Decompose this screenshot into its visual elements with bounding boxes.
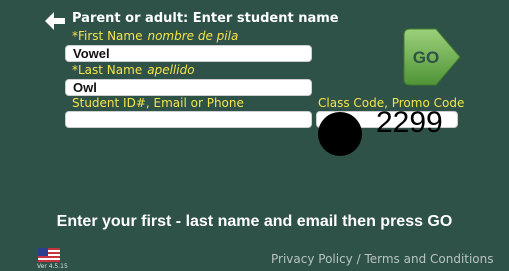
first-name-label-es: nombre de pila	[147, 29, 239, 43]
overlay-dot	[318, 112, 362, 156]
student-id-input[interactable]	[65, 111, 312, 128]
student-id-label: Student ID#, Email or Phone	[72, 96, 244, 110]
first-name-input[interactable]	[65, 45, 312, 62]
page-title: Parent or adult: Enter student name	[72, 11, 339, 26]
class-code-overlay-text: 2299	[376, 106, 443, 139]
go-button-label: GO	[413, 48, 439, 67]
go-button[interactable]: GO	[402, 27, 462, 87]
back-arrow-icon[interactable]	[44, 11, 66, 31]
last-name-label-es: apellido	[147, 63, 195, 77]
us-flag-icon[interactable]	[38, 248, 60, 262]
last-name-input[interactable]	[65, 79, 312, 96]
first-name-label: *First Name nombre de pila	[72, 29, 238, 43]
version-label: Ver 4.5.15	[37, 263, 68, 270]
instruction-text: Enter your first - last name and email t…	[56, 213, 453, 230]
first-name-label-text: *First Name	[72, 29, 143, 43]
privacy-terms-link[interactable]: Privacy Policy / Terms and Conditions	[271, 252, 494, 266]
last-name-label: *Last Name apellido	[72, 63, 195, 77]
last-name-label-text: *Last Name	[72, 63, 143, 77]
